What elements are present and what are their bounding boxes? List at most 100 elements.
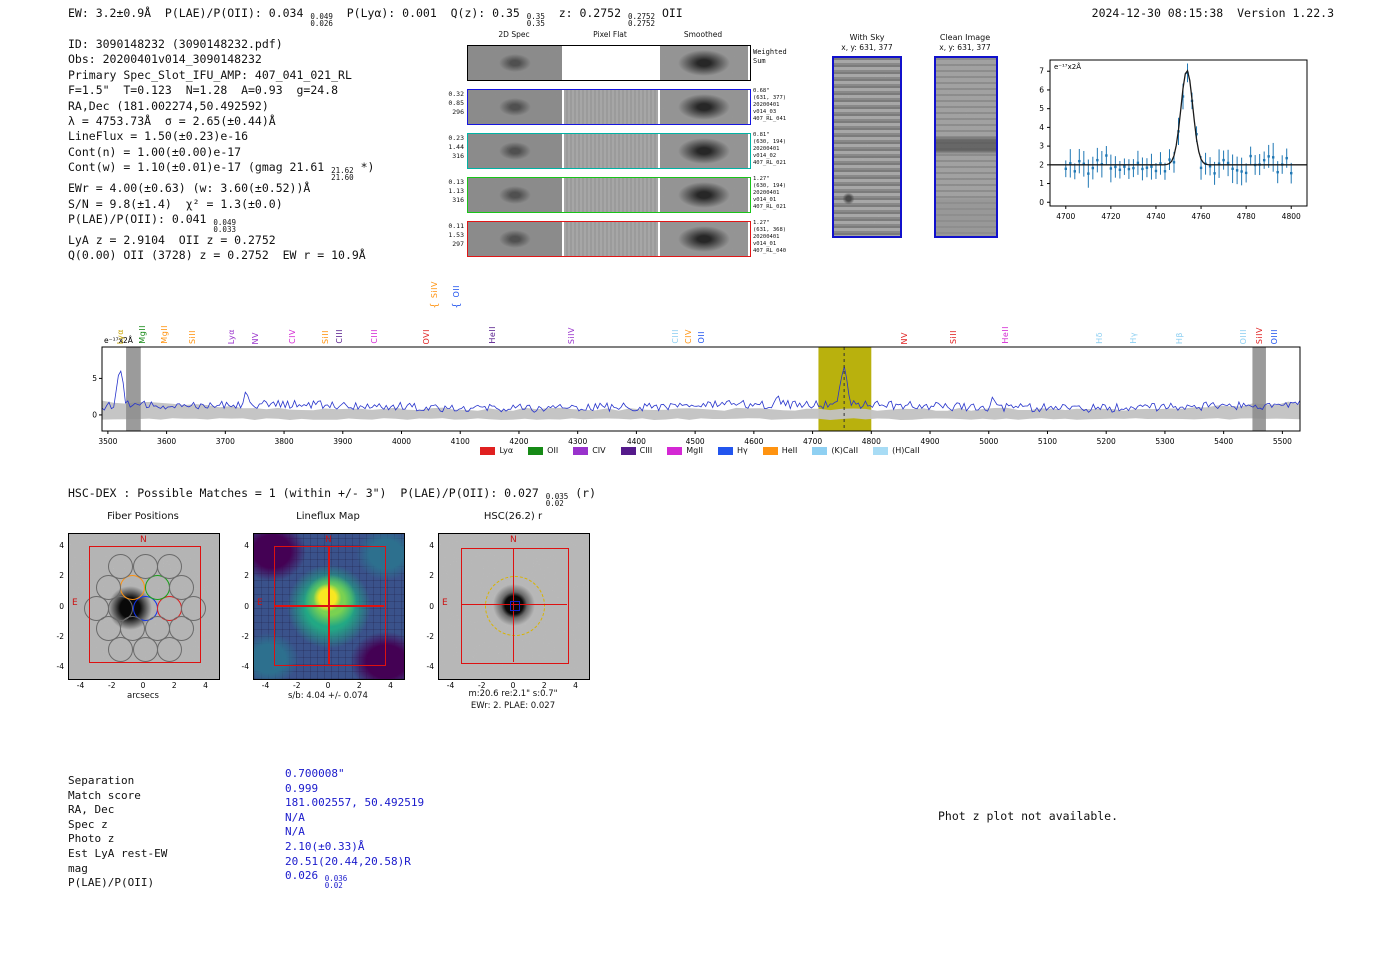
header-text: OII [655,6,683,20]
svg-text:e⁻¹⁷x2Å: e⁻¹⁷x2Å [1054,62,1081,71]
noise-texture [660,134,748,168]
noise-texture [468,178,562,212]
x-tick-2: 2 [541,681,547,690]
svg-text:5000: 5000 [979,437,998,446]
summary-line-9: Cont(w) = 1.10(±0.01)e-17 (gmag 21.61 21… [68,160,374,181]
match-label-2: Match score [68,788,141,802]
match-label-1: Separation [68,774,135,787]
match-label-8: P(LAE)/P(OII) [68,876,155,890]
svg-text:3600: 3600 [157,437,176,446]
legend-swatch [873,446,889,455]
match-value-6: 2.10(±0.33)Å [285,840,424,855]
spec2d-cell-2dspec [468,134,562,168]
svg-text:4760: 4760 [1191,212,1210,221]
match-value-7: 20.51(20.44,20.58)R [285,855,424,870]
noise-texture [660,46,748,80]
svg-text:6: 6 [1039,85,1044,94]
x-tick-4: 4 [388,681,393,690]
report-timestamp: 2024-12-30 08:15:38 [1091,6,1224,20]
line-label-OII-4094: OII [451,285,461,298]
y-tick-2: 2 [59,571,64,581]
summary-line-10: EWr = 4.00(±0.63) (w: 3.60(±0.52))Å [68,181,374,196]
north-label: N [510,535,517,545]
svg-text:0: 0 [92,410,97,419]
east-label: E [257,598,263,608]
svg-text:4800: 4800 [1282,212,1301,221]
hsc-cutout-panel: HSC(26.2) r NE m:20.6 re:2.1" s:0.7" EWr… [408,508,608,723]
svg-text:4100: 4100 [451,437,470,446]
match-value-5: N/A [285,825,424,840]
noise-texture [834,58,900,236]
svg-text:1: 1 [1039,179,1044,188]
y-tick-4: 4 [59,541,64,551]
svg-text:4700: 4700 [803,437,822,446]
match-table-labels: Separation Match score RA, Dec Spec z Photo … [68,774,167,891]
y-tick--2: -2 [426,631,434,641]
noise-texture [564,178,658,212]
hsc-match-stacked-uncertainty: 0.035 0.02 [545,492,569,508]
north-label: N [140,535,147,545]
noise-texture [468,222,562,256]
report-version: Version 1.22.3 [1237,6,1334,20]
noise-texture [564,90,658,124]
svg-text:2: 2 [1039,160,1044,169]
summary-line-5: RA,Dec (181.002274,50.492592) [68,99,374,114]
summary-text: Q(0.00) OII (3728) z = 0.2752 EW r = 10.… [68,248,366,263]
spec2d-row-annotation-3: 0.81" (630, 194) 20200401 v014_02 407_RL_021 [753,132,787,166]
y-tick-4: 4 [429,541,434,551]
spec2d-row-2 [467,89,751,125]
match-value-1: 0.700008" [285,767,424,782]
y-tick-0: 0 [244,601,249,611]
svg-text:4800: 4800 [862,437,881,446]
spec2d-cell-smoothed [660,222,748,256]
spec2d-row-annotation-4: 1.27" (630, 194) 20200401 v014_01 407_RL_021 [753,176,787,210]
spec2d-cell-2dspec [468,90,562,124]
y-tick--4: -4 [56,661,64,671]
spec2d-col-header-2: Pixel Flat [593,30,627,39]
match-value-text: 20.51(20.44,20.58)R [285,854,411,868]
summary-stacked-uncertainty: 0.049 0.033 [213,218,236,235]
svg-text:4: 4 [1039,123,1044,132]
cleanimage-coords: x, y: 631, 377 [939,43,991,52]
match-value-8: 0.026 0.036 0.02 [285,869,424,889]
summary-line-11: S/N = 9.8(±1.4) χ² = 1.3(±0.0) [68,197,374,212]
summary-text: Obs: 20200401v014_3090148232 [68,52,262,67]
x-tick-0: 0 [510,681,516,690]
noise-texture [468,134,562,168]
center-blue-square [510,601,520,611]
noise-texture [564,134,658,168]
svg-text:3800: 3800 [275,437,294,446]
withsky-title: With Sky [849,33,885,42]
header-stacked-uncertainty: 0.049 0.026 [310,12,333,28]
hsc-caption-2: EWr: 2. PLAE: 0.027 [470,701,556,711]
legend-item-(K)CaII: (K)CaII [812,446,858,455]
spec2d-row-annotation-2: 0.68" (631, 377) 20200401 v014_03 407_RL_041 [753,88,787,122]
hsc-caption-1: m:20.6 re:2.1" s:0.7" [468,689,558,699]
summary-line-1: ID: 3090148232 (3090148232.pdf) [68,37,374,52]
x-tick--2: -2 [293,681,301,690]
legend-swatch [528,446,544,455]
north-label: N [325,535,332,545]
fiber-xlabel: arcsecs [127,691,159,701]
legend-item-OII: OII [528,446,558,455]
svg-text:4000: 4000 [392,437,411,446]
svg-text:3: 3 [1039,142,1044,151]
match-value-4: N/A [285,811,424,826]
legend-swatch [573,446,589,455]
match-label-4: Spec z [68,817,108,831]
y-tick-4: 4 [244,541,249,551]
report-meta: 2024-12-30 08:15:38 Version 1.22.3 [1092,6,1334,21]
noise-texture [660,90,748,124]
x-tick-4: 4 [203,681,208,690]
summary-text: F=1.5" T=0.123 N=1.28 A=0.93 g=24.8 [68,83,339,98]
summary-line-2: Obs: 20200401v014_3090148232 [68,52,374,67]
svg-text:5200: 5200 [1097,437,1116,446]
match-value-text: N/A [285,810,305,824]
cleanimage-title: Clean Image [939,33,991,42]
y-tick--4: -4 [241,661,249,671]
fit-plot-axes: 0 1 2 3 4 5 6 7 4700 4720 4740 4760 4780 4800 e⁻¹⁷x2Å [1039,59,1308,221]
spec2d-cell-smoothed [660,46,748,80]
y-tick--4: -4 [426,661,434,671]
spec2d-row-weights-4: 0.13 1.13 316 [448,178,464,204]
line-label-brace: } [428,302,440,309]
